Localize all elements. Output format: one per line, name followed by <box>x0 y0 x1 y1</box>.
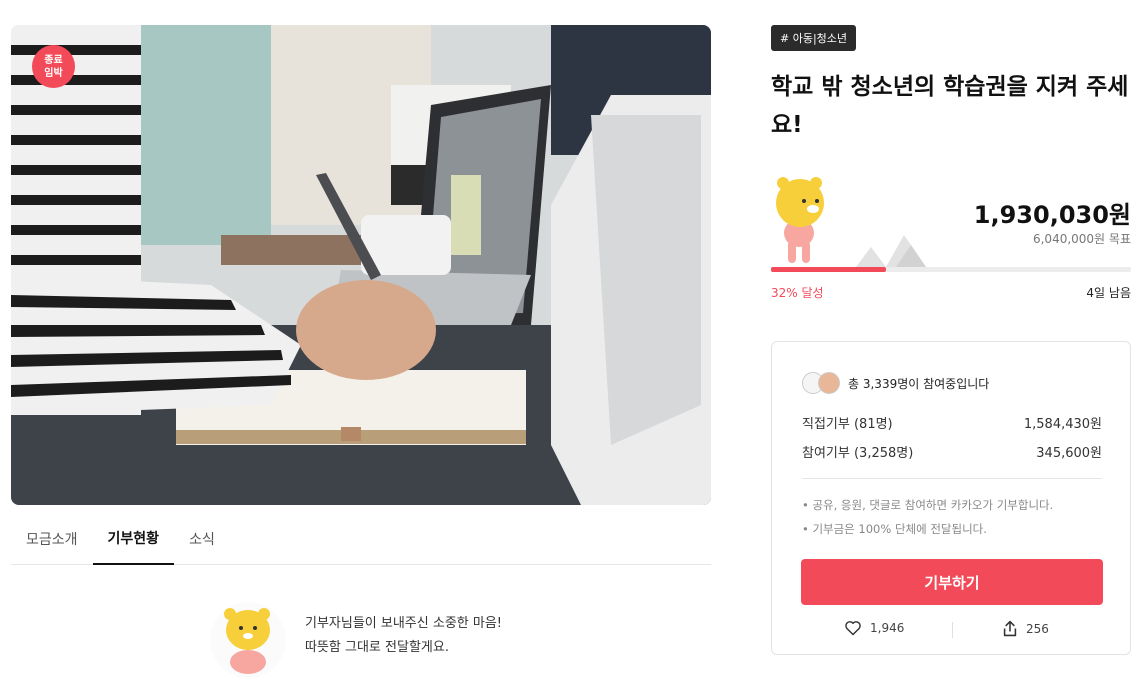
participation-donation-value: 345,600원 <box>1036 446 1102 461</box>
tab-news[interactable]: 소식 <box>174 512 230 565</box>
divider <box>802 478 1102 479</box>
thanks-line1: 기부자님들이 보내주신 소중한 마음! <box>305 616 503 631</box>
avatar <box>818 372 840 394</box>
direct-donation-value: 1,584,430원 <box>1023 417 1102 432</box>
thanks-message: 기부자님들이 보내주신 소중한 마음! 따뜻함 그대로 전달할게요. <box>208 600 688 678</box>
info-note-1: • 공유, 응원, 댓글로 참여하면 카카오가 기부합니다. <box>802 498 1054 512</box>
fundraiser-page: 종료 임박 모금소개 기부현황 소식 기부자님들이 보내주신 소중한 마음! 따… <box>0 0 1146 678</box>
participation-donation-row: 참여기부 (3,258명) 345,600원 <box>802 442 1102 461</box>
mascot-icon <box>210 602 286 678</box>
heart-icon <box>845 621 861 636</box>
participant-avatars <box>802 372 842 394</box>
percent-achieved: 32% 달성 <box>771 286 824 300</box>
ending-soon-badge: 종료 임박 <box>32 45 75 88</box>
goal-amount: 6,040,000원 목표 <box>1032 232 1131 246</box>
mascot-mountain-icon <box>776 177 926 267</box>
action-bar: 1,946 256 <box>772 620 1132 640</box>
hero-image <box>11 25 711 505</box>
tab-donation-status[interactable]: 기부현황 <box>92 512 175 565</box>
participation-donation-label: 참여기부 (3,258명) <box>802 446 914 461</box>
donation-summary-card: 총 3,339명이 참여중입니다 직접기부 (81명) 1,584,430원 참… <box>771 341 1131 655</box>
direct-donation-row: 직접기부 (81명) 1,584,430원 <box>802 413 1102 432</box>
progress-bar <box>771 267 1131 272</box>
page-title: 학교 밖 청소년의 학습권을 지켜 주세요! <box>771 74 1129 138</box>
share-count: 256 <box>1026 621 1049 636</box>
info-note-2: • 기부금은 100% 단체에 전달됩니다. <box>802 522 987 536</box>
hero-photo-illustration <box>11 25 711 505</box>
action-separator <box>952 622 953 638</box>
like-button[interactable]: 1,946 <box>844 620 904 636</box>
like-count: 1,946 <box>870 621 905 635</box>
participants-summary: 총 3,339명이 참여중입니다 <box>802 372 989 394</box>
thanks-line2: 따뜻함 그대로 전달할게요. <box>305 640 449 655</box>
participants-text: 총 3,339명이 참여중입니다 <box>848 376 990 391</box>
days-left: 4일 남음 <box>1086 286 1131 300</box>
badge-line1: 종료 <box>44 54 63 66</box>
category-tag[interactable]: # 아동|청소년 <box>771 25 857 51</box>
thanks-text: 기부자님들이 보내주신 소중한 마음! 따뜻함 그대로 전달할게요. <box>305 612 502 660</box>
donate-button[interactable]: 기부하기 <box>801 559 1103 605</box>
badge-line2: 임박 <box>44 67 63 79</box>
content-tabs: 모금소개 기부현황 소식 <box>11 512 711 565</box>
share-icon <box>1003 620 1017 637</box>
share-button[interactable]: 256 <box>1002 620 1049 637</box>
funding-progress: 1,930,030원 6,040,000원 목표 32% 달성 4일 남음 <box>771 175 1131 305</box>
direct-donation-label: 직접기부 (81명) <box>802 417 893 432</box>
raised-amount: 1,930,030원 <box>973 201 1131 229</box>
tab-introduction[interactable]: 모금소개 <box>11 512 93 565</box>
progress-bar-fill <box>771 267 887 272</box>
